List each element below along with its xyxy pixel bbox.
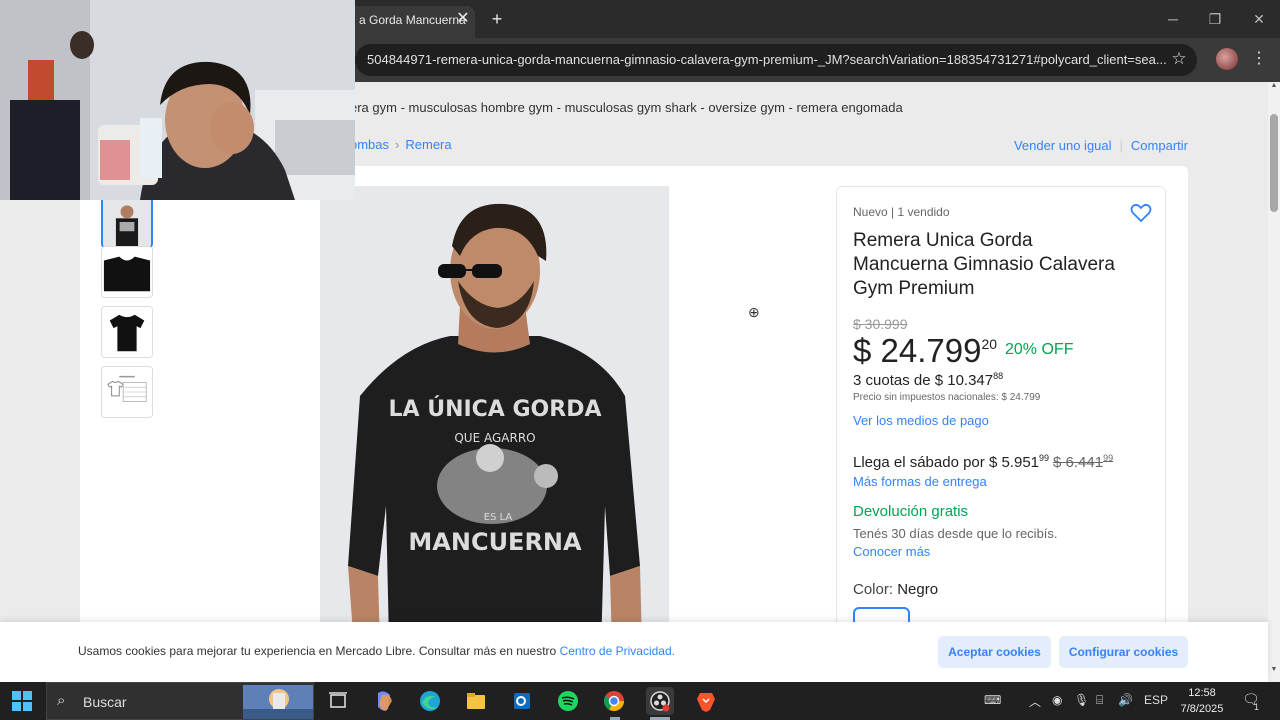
chrome-icon[interactable] bbox=[600, 687, 628, 715]
shirt-print-line2: QUE AGARRO bbox=[454, 431, 535, 445]
taskbar-search-placeholder: Buscar bbox=[83, 694, 127, 710]
price-cents: 20 bbox=[981, 336, 998, 352]
accept-cookies-button[interactable]: Aceptar cookies bbox=[938, 636, 1051, 668]
share-link[interactable]: Compartir bbox=[1131, 138, 1188, 153]
clock[interactable]: 12:58 7/8/2025 bbox=[1172, 685, 1232, 717]
divider: | bbox=[1119, 138, 1123, 153]
copilot-icon[interactable] bbox=[370, 687, 398, 715]
buy-box: Nuevo | 1 vendido Remera Unica Gorda Man… bbox=[836, 186, 1166, 682]
microphone-icon[interactable]: 🎙 bbox=[1074, 693, 1089, 707]
more-menu-icon[interactable]: ⋮ bbox=[1250, 48, 1268, 70]
brave-icon[interactable] bbox=[692, 687, 720, 715]
thumbnail-2[interactable] bbox=[101, 246, 153, 298]
price-amount: $ 24.799 bbox=[853, 332, 982, 369]
sell-similar-link[interactable]: Vender uno igual bbox=[1014, 138, 1112, 153]
delivery-info: Llega el sábado por $ 5.95199 $ 6.44199 bbox=[853, 453, 1113, 471]
language-indicator[interactable]: ESP bbox=[1144, 693, 1168, 707]
scroll-down-icon[interactable]: ▼ bbox=[1270, 666, 1278, 676]
color-label-text: Color: bbox=[853, 581, 894, 598]
network-icon[interactable]: ⌸ bbox=[1096, 693, 1103, 708]
configure-cookies-button[interactable]: Configurar cookies bbox=[1059, 636, 1188, 668]
privacy-center-link[interactable]: Centro de Privacidad. bbox=[560, 644, 675, 658]
color-value: Negro bbox=[897, 581, 939, 598]
product-main-image[interactable]: LA ÚNICA GORDA QUE AGARRO ES LA MANCUERN… bbox=[320, 186, 669, 682]
cookie-text: Usamos cookies para mejorar tu experienc… bbox=[78, 644, 675, 658]
page-scrollbar[interactable]: ▲ ▼ bbox=[1268, 82, 1280, 682]
shirt-print-line3: ES LA bbox=[484, 512, 513, 523]
edge-icon[interactable] bbox=[416, 687, 444, 715]
volume-icon[interactable]: 🔊 bbox=[1118, 693, 1133, 707]
delivery-options-link[interactable]: Más formas de entrega bbox=[853, 474, 987, 489]
scroll-thumb[interactable] bbox=[1270, 114, 1278, 212]
taskbar: ⌕ Buscar ⌨ ︿ ◉ 🎙 ⌸ 🔊 ESP 12:58 7/8/2025 bbox=[0, 682, 1280, 720]
delivery-price-cents: 99 bbox=[1039, 453, 1050, 463]
obs-icon[interactable] bbox=[646, 687, 674, 715]
spotify-icon[interactable] bbox=[554, 687, 582, 715]
breadcrumb: ombas › Remera bbox=[350, 137, 452, 152]
tax-note: Precio sin impuestos nacionales: $ 24.79… bbox=[853, 392, 1041, 403]
favorite-heart-icon[interactable] bbox=[1129, 201, 1153, 225]
delivery-price: $ 5.951 bbox=[988, 454, 1039, 471]
notification-count: 1 bbox=[1254, 702, 1260, 712]
webcam-overlay bbox=[0, 0, 355, 200]
scroll-up-icon[interactable]: ▲ bbox=[1270, 82, 1278, 92]
meet-now-icon[interactable]: ◉ bbox=[1052, 693, 1062, 707]
search-icon: ⌕ bbox=[57, 692, 66, 709]
breadcrumb-item[interactable]: ombas bbox=[350, 137, 389, 152]
url-text: 504844971-remera-unica-gorda-mancuerna-g… bbox=[367, 52, 1167, 67]
discount-badge: 20% OFF bbox=[1005, 341, 1074, 358]
tray-chevron-icon[interactable]: ︿ bbox=[1029, 693, 1041, 710]
shirt-print-line4: MANCUERNA bbox=[408, 528, 582, 556]
clock-date: 7/8/2025 bbox=[1180, 703, 1224, 715]
delivery-prefix: Llega el sábado por bbox=[853, 454, 985, 471]
product-title: Remera Unica Gorda Mancuerna Gimnasio Ca… bbox=[853, 230, 1115, 299]
condition-sold-count: Nuevo | 1 vendido bbox=[853, 205, 950, 219]
color-label: Color: Negro bbox=[853, 581, 938, 598]
keyboard-icon[interactable]: ⌨ bbox=[984, 693, 1001, 707]
breadcrumb-item[interactable]: Remera bbox=[405, 137, 451, 152]
related-searches[interactable]: era gym - musculosas hombre gym - muscul… bbox=[350, 100, 903, 115]
chevron-right-icon: › bbox=[395, 137, 400, 152]
delivery-old-cents: 99 bbox=[1103, 453, 1114, 463]
task-view-icon[interactable] bbox=[324, 687, 352, 715]
tab-close-icon[interactable]: ✕ bbox=[454, 8, 472, 30]
shirt-print-line1: LA ÚNICA GORDA bbox=[389, 396, 602, 422]
free-return-title: Devolución gratis bbox=[853, 503, 969, 520]
installments-text: 3 cuotas de $ 10.347 bbox=[853, 372, 994, 389]
address-bar[interactable]: 504844971-remera-unica-gorda-mancuerna-g… bbox=[355, 44, 1197, 76]
cookie-banner: Usamos cookies para mejorar tu experienc… bbox=[0, 622, 1268, 682]
windows-start-icon[interactable] bbox=[12, 691, 32, 711]
product-card: LA ÚNICA GORDA QUE AGARRO ES LA MANCUERN… bbox=[80, 166, 1188, 682]
new-tab-icon[interactable]: + bbox=[486, 8, 508, 30]
payment-methods-link[interactable]: Ver los medios de pago bbox=[853, 413, 989, 428]
zoom-icon[interactable]: ⊕ bbox=[748, 304, 766, 322]
thumbnail-size-chart[interactable] bbox=[101, 366, 153, 418]
tab-title: a Gorda Mancuerna bbox=[359, 13, 466, 27]
cookie-message: Usamos cookies para mejorar tu experienc… bbox=[78, 644, 557, 658]
file-explorer-icon[interactable] bbox=[462, 687, 490, 715]
original-price: $ 30.999 bbox=[853, 316, 908, 332]
taskbar-search[interactable]: ⌕ Buscar bbox=[46, 682, 314, 720]
learn-more-link[interactable]: Conocer más bbox=[853, 544, 930, 559]
outlook-icon[interactable] bbox=[508, 687, 536, 715]
installments-cents: 88 bbox=[993, 371, 1004, 381]
top-links: Vender uno igual | Compartir bbox=[1014, 138, 1188, 153]
installments: 3 cuotas de $ 10.34788 bbox=[853, 371, 1003, 389]
current-price: $ 24.79920 bbox=[853, 332, 997, 370]
clock-time: 12:58 bbox=[1188, 687, 1216, 699]
search-highlight-image bbox=[243, 685, 313, 719]
minimize-icon[interactable]: ─ bbox=[1158, 6, 1188, 32]
restore-icon[interactable]: ❐ bbox=[1200, 6, 1230, 32]
return-note: Tenés 30 días desde que lo recibís. bbox=[853, 526, 1058, 541]
profile-avatar-icon[interactable] bbox=[1216, 48, 1238, 70]
thumbnail-1[interactable] bbox=[101, 196, 153, 248]
delivery-old-price: $ 6.44199 bbox=[1053, 453, 1114, 471]
close-window-icon[interactable]: ✕ bbox=[1244, 6, 1274, 32]
bookmark-star-icon[interactable]: ☆ bbox=[1168, 48, 1190, 70]
delivery-old-amount: $ 6.441 bbox=[1053, 454, 1104, 471]
thumbnail-3[interactable] bbox=[101, 306, 153, 358]
